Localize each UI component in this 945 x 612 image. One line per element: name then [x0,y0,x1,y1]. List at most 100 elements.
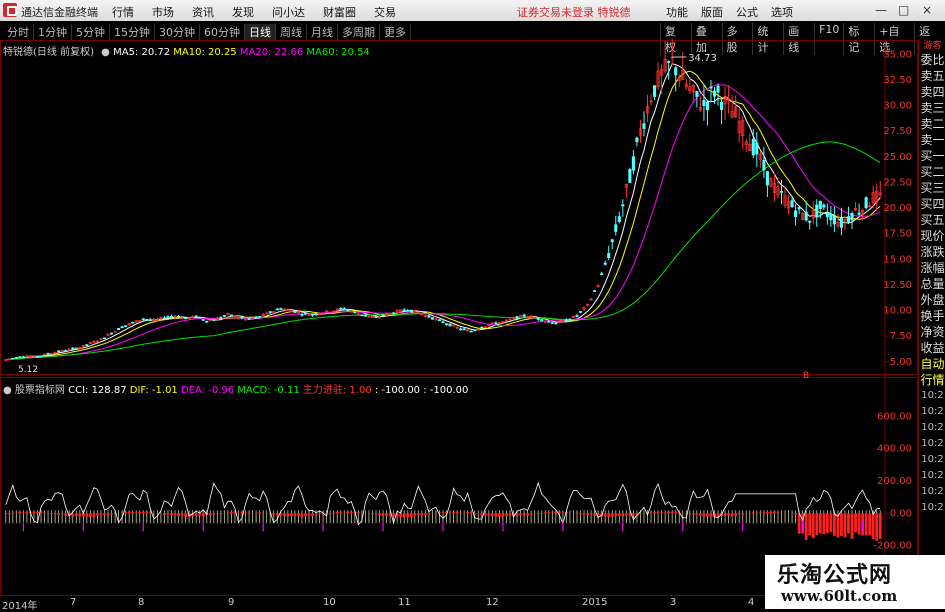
candle-body [575,315,579,317]
ind-y-tick-label: -200.00 [873,541,912,552]
candle-body [353,311,357,314]
candle-body [578,311,583,313]
candle-body [459,328,463,331]
side-item[interactable]: 收益 [919,340,945,356]
candle-body [653,85,657,97]
y-tick-label: 7.50 [890,331,912,342]
dif-value: DIF: -1.01 [129,385,178,396]
side-item[interactable]: 10:2 [919,436,945,452]
candle-body [628,169,632,183]
side-item[interactable]: 卖二 [919,116,945,132]
candle-body [148,319,152,322]
candle-body [712,90,717,97]
side-item[interactable]: 10:2 [919,468,945,484]
side-item[interactable]: 买一 [919,148,945,164]
candle-body [829,214,833,221]
side-item[interactable]: 委比 [919,52,945,68]
side-item[interactable]: 买二 [919,164,945,180]
indicator-name[interactable]: 股票指标网 [15,385,65,396]
candle-body [268,311,272,314]
y-tick-label: 15.00 [883,254,912,265]
candle-body [593,290,597,292]
y-tick-label: 35.00 [883,49,912,60]
kline-chart[interactable]: 35.00 32.50 30.00 27.50 25.00 22.50 20.00 17.50… [0,0,918,597]
x-tick-label: 2014年 [2,601,38,612]
ma5-line [5,63,881,361]
side-item[interactable]: 10:2 [919,484,945,500]
candle-body [102,337,107,340]
candle-body [762,159,766,171]
candle-body [145,318,149,321]
candle-body [279,308,283,310]
candle-body [85,344,89,346]
candle-body [462,328,466,331]
side-item[interactable]: 涨幅 [919,260,945,276]
candle-body [808,220,812,223]
candle-body [194,315,198,318]
y-tick-label: 5.00 [890,357,912,368]
candle-body [536,317,540,320]
side-item[interactable]: 自动 [919,356,945,372]
candle-body [46,353,50,355]
zhuli-value: 主力进驻: 1.00 [302,385,372,396]
watermark: 乐淘公式网 www.60lt.com [765,555,945,609]
side-item[interactable]: 卖五 [919,68,945,84]
side-item[interactable]: 涨跌 [919,244,945,260]
side-item[interactable]: 行情 [919,372,945,388]
candle-body [117,327,121,331]
candle-body [554,322,558,325]
macd-value: MACD: -0.11 [237,385,300,396]
candle-body [864,197,868,209]
y-tick-label: 32.50 [883,75,912,86]
side-item[interactable]: 买五 [919,212,945,228]
side-item[interactable]: 10:2 [919,404,945,420]
side-item[interactable]: 买三 [919,180,945,196]
candle-body [406,310,410,312]
candle-body [794,210,798,218]
x-tick-label: 11 [398,597,411,608]
candle-body [11,357,15,360]
x-tick-label: 7 [70,597,77,608]
candle-body [822,204,826,208]
side-item[interactable]: 换手 [919,308,945,324]
candle-body [832,215,836,225]
side-item[interactable]: 10:2 [919,500,945,516]
side-item[interactable]: 卖一 [919,132,945,148]
candle-body [515,316,519,320]
cci-line [5,481,881,526]
candle-body [131,321,135,324]
candle-body [303,312,308,315]
side-item[interactable]: 10:2 [919,388,945,404]
side-item[interactable]: 现价 [919,228,945,244]
side-item[interactable]: 10:2 [919,420,945,436]
guest-label: 游客 [923,41,942,51]
close-button[interactable]: × [922,3,932,17]
candle-body [818,200,822,209]
indicator-settings-icon[interactable]: ● [3,385,12,396]
candle-body [64,350,68,352]
side-item[interactable]: 总量 [919,276,945,292]
candle-body [4,359,8,361]
candle-body [850,213,854,221]
side-item[interactable]: 买四 [919,196,945,212]
candle-body [603,262,607,265]
candle-body [71,347,75,350]
x-tick-label: 9 [228,597,235,608]
side-item[interactable]: 外盘 [919,292,945,308]
candle-body [494,322,498,325]
candle-body [825,212,829,218]
ind-y-tick-label: 400.00 [877,444,912,455]
candle-body [21,356,25,359]
high-price-label: 34.73 [688,53,717,64]
y-tick-label: 17.50 [883,229,912,240]
right-quote-panel: 游客 委比 卖五 卖四 卖三 卖二 卖一 买一 买二 买三 买四 买五 现价 涨跌 涨幅 总量 外盘 换手 净资收… [918,40,945,609]
candle-body [219,316,223,319]
candle-body [519,315,523,317]
side-item[interactable]: 卖四 [919,84,945,100]
watermark-title: 乐淘公式网 [777,562,893,588]
watermark-url: www.60lt.com [781,587,898,605]
side-item[interactable]: 10:2 [919,452,945,468]
candle-body [392,312,396,315]
side-item[interactable]: 卖三 [919,100,945,116]
side-item[interactable]: 净资 [919,324,945,340]
